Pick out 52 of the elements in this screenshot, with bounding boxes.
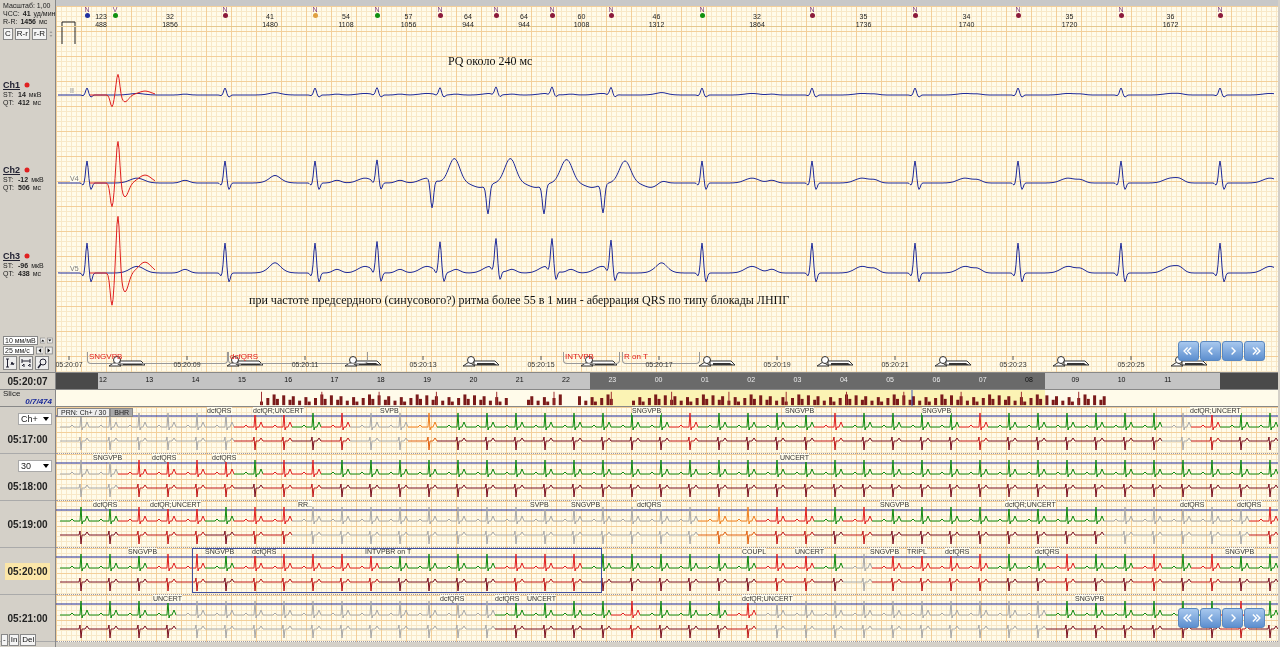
first-page-button[interactable] bbox=[1178, 341, 1199, 361]
annotation-text: при частоте предсердного (синусового?) ритма более 55 в 1 мин - аберрация QRS по типу блокады ЛНПГ bbox=[249, 293, 790, 308]
current-time: 05:20:07 bbox=[0, 372, 56, 389]
row-time-label[interactable]: 05:20:00 bbox=[5, 562, 50, 580]
previous-button[interactable] bbox=[1200, 608, 1221, 628]
lying-person-icon bbox=[343, 354, 383, 368]
strip-button[interactable]: Del bbox=[20, 634, 37, 646]
slice-value: 0/7/474 bbox=[25, 398, 53, 406]
lying-person-icon bbox=[461, 354, 501, 368]
interval-icon[interactable] bbox=[19, 356, 33, 370]
next-button[interactable] bbox=[1222, 341, 1243, 361]
annotation-text: PQ около 240 мс bbox=[448, 54, 533, 69]
measure-button[interactable]: r-R bbox=[31, 28, 47, 40]
event-bracket[interactable]: INTVPB bbox=[563, 352, 620, 364]
channel-marker-icon bbox=[24, 252, 30, 259]
measure-button[interactable]: R-r bbox=[14, 28, 30, 40]
left-arrow-icon[interactable] bbox=[35, 346, 44, 355]
lying-person-icon bbox=[933, 354, 973, 368]
row-time-label[interactable]: 05:18:00 bbox=[5, 477, 50, 495]
right-arrow-icon[interactable] bbox=[45, 346, 53, 355]
lying-person-icon bbox=[815, 354, 855, 368]
amplitude-icon[interactable] bbox=[3, 356, 17, 370]
down-arrow-icon[interactable] bbox=[47, 336, 53, 345]
channel-name[interactable]: Ch1 bbox=[3, 79, 20, 90]
channel-name[interactable]: Ch3 bbox=[3, 250, 20, 261]
slice-label: Slice bbox=[3, 390, 22, 398]
zoom-icon[interactable] bbox=[35, 356, 49, 370]
row-time-label[interactable]: 05:19:00 bbox=[5, 515, 50, 533]
channel-marker-icon bbox=[24, 81, 30, 88]
last-page-button[interactable] bbox=[1244, 608, 1265, 628]
measure-button[interactable]: C bbox=[3, 28, 13, 40]
last-page-button[interactable] bbox=[1244, 341, 1265, 361]
row-time-label[interactable]: 05:17:00 bbox=[5, 430, 50, 448]
strip-button[interactable]: In bbox=[8, 634, 20, 646]
channel-marker-icon bbox=[24, 167, 30, 174]
ectopic-beat-trace bbox=[89, 73, 156, 108]
row-time-label[interactable]: 05:21:00 bbox=[5, 609, 50, 627]
previous-button[interactable] bbox=[1200, 341, 1221, 361]
strip-button[interactable]: - bbox=[1, 634, 8, 646]
interval-dropdown[interactable]: 30 bbox=[18, 459, 52, 472]
lying-person-icon bbox=[225, 354, 265, 368]
calibration-pulse bbox=[61, 21, 76, 45]
first-page-button[interactable] bbox=[1178, 608, 1199, 628]
channel-name[interactable]: Ch2 bbox=[3, 165, 20, 176]
channel-dropdown[interactable]: Ch+ bbox=[18, 412, 52, 425]
ectopic-beat-trace bbox=[89, 141, 156, 208]
caret-icon bbox=[43, 463, 49, 468]
next-button[interactable] bbox=[1222, 608, 1243, 628]
up-arrow-icon[interactable] bbox=[39, 336, 46, 345]
caret-icon bbox=[43, 416, 49, 421]
lying-person-icon bbox=[697, 354, 737, 368]
lying-person-icon bbox=[1051, 354, 1091, 368]
